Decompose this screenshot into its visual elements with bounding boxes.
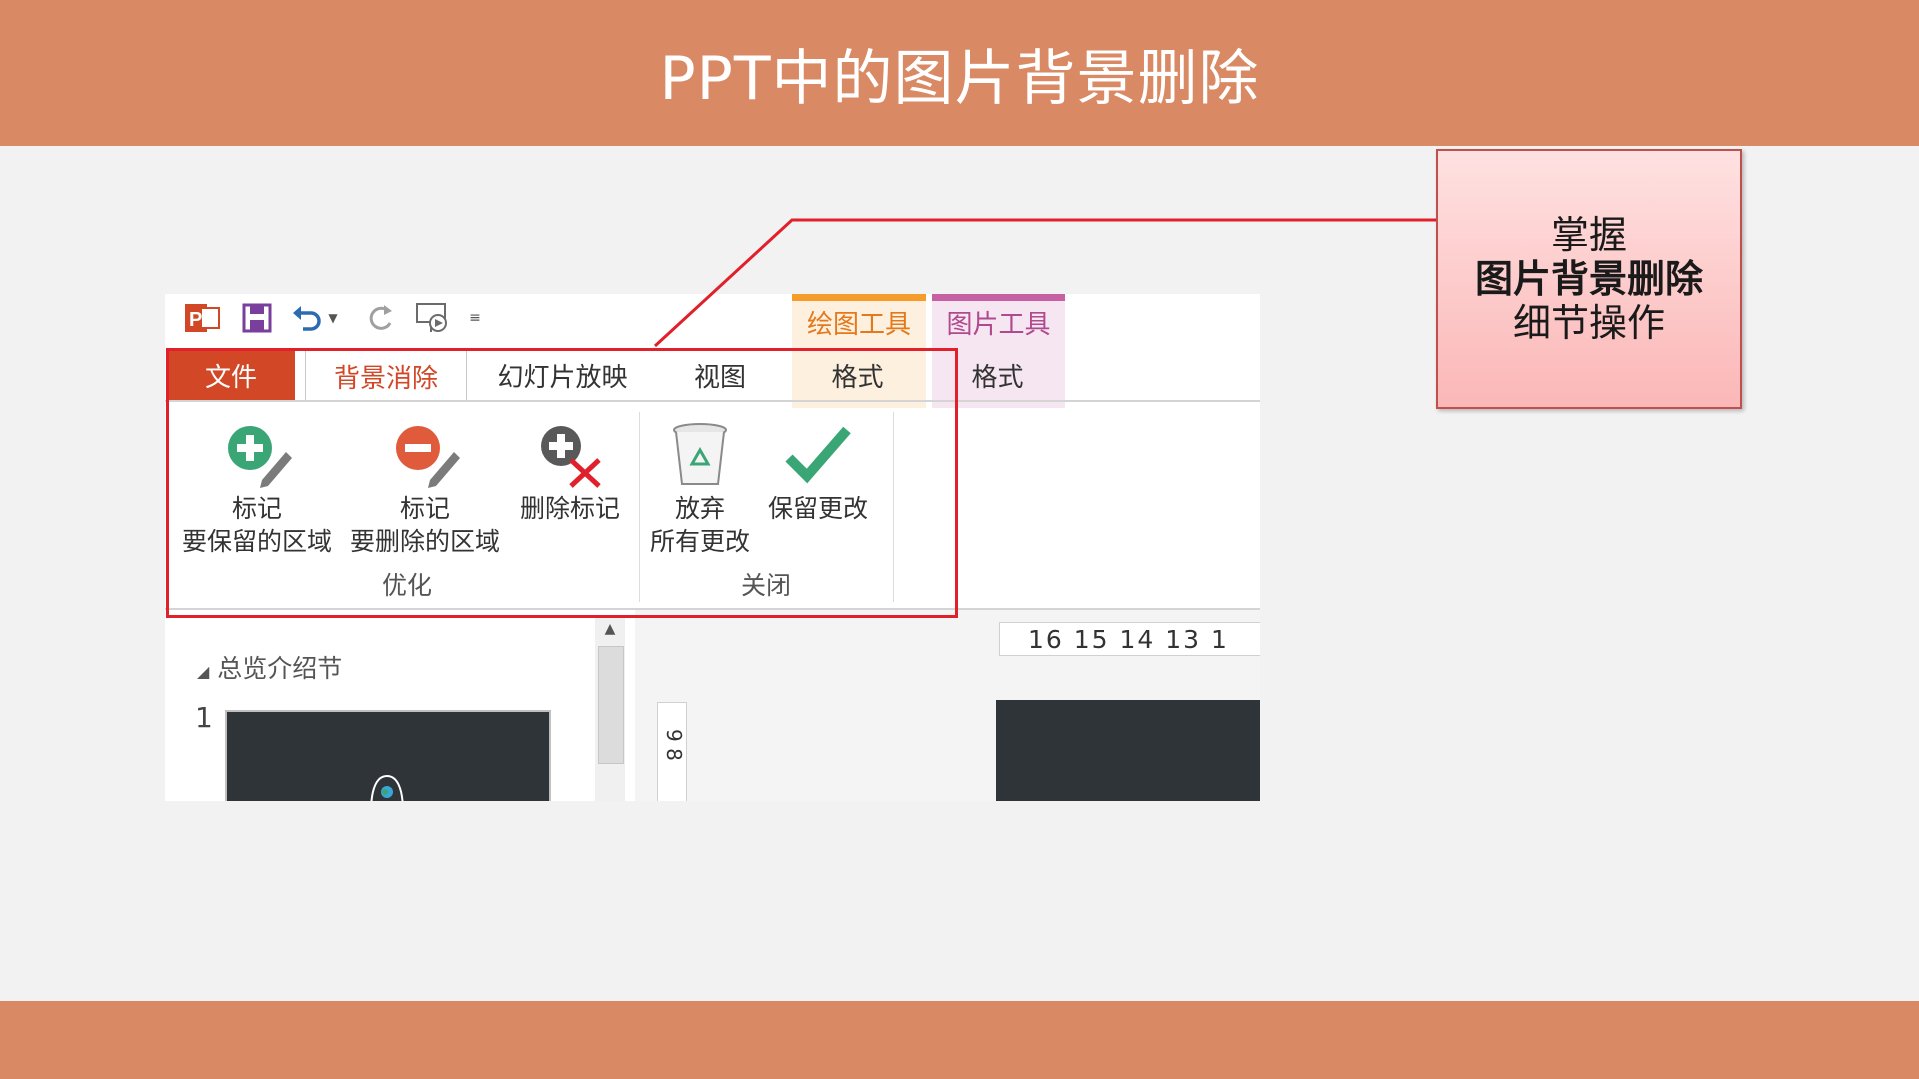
note-line-1: 掌握 [1550, 213, 1627, 257]
undo-icon[interactable] [289, 300, 325, 336]
ruler-ticks: 16 15 14 13 1 [1028, 624, 1229, 654]
section-header[interactable]: ◢ 总览介绍节 [197, 649, 342, 685]
note-line-3: 细节操作 [1512, 301, 1665, 345]
dropdown-icon[interactable]: ▼ [325, 300, 341, 336]
vertical-ruler-ticks: 9 8 [662, 729, 686, 761]
slide-canvas[interactable] [996, 700, 1260, 801]
picture-tools-label: 图片工具 [946, 309, 1051, 340]
penguin-icon [370, 774, 404, 801]
slide-number: 1 [195, 701, 213, 734]
powerpoint-logo-icon: P [183, 300, 223, 336]
scroll-thumb[interactable] [598, 646, 624, 764]
drawing-tools-label: 绘图工具 [806, 309, 911, 340]
section-label: 总览介绍节 [217, 654, 343, 683]
svg-text:P: P [189, 309, 202, 331]
presentation-icon[interactable] [413, 300, 453, 336]
note-line-2: 图片背景删除 [1474, 257, 1703, 301]
thumbnail-scrollbar[interactable]: ▲ [595, 616, 625, 801]
save-icon[interactable] [239, 300, 275, 336]
customize-icon[interactable]: ≡ [465, 300, 485, 336]
callout-note: 掌握 图片背景删除 细节操作 [1436, 149, 1742, 409]
ribbon-highlight-box [166, 348, 958, 618]
slide-thumbnail[interactable] [225, 710, 551, 801]
redo-icon[interactable] [363, 300, 399, 336]
footer-band [0, 1001, 1919, 1079]
vertical-ruler: 9 8 [657, 702, 687, 801]
drawing-tools-strip [792, 294, 926, 301]
slide-title: PPT中的图片背景删除 [659, 43, 1260, 114]
picture-tools-strip [932, 294, 1065, 301]
horizontal-ruler: 16 15 14 13 1 [999, 622, 1260, 656]
collapse-triangle-icon[interactable]: ◢ [197, 662, 209, 681]
scroll-up-arrow-icon[interactable]: ▲ [595, 616, 625, 642]
